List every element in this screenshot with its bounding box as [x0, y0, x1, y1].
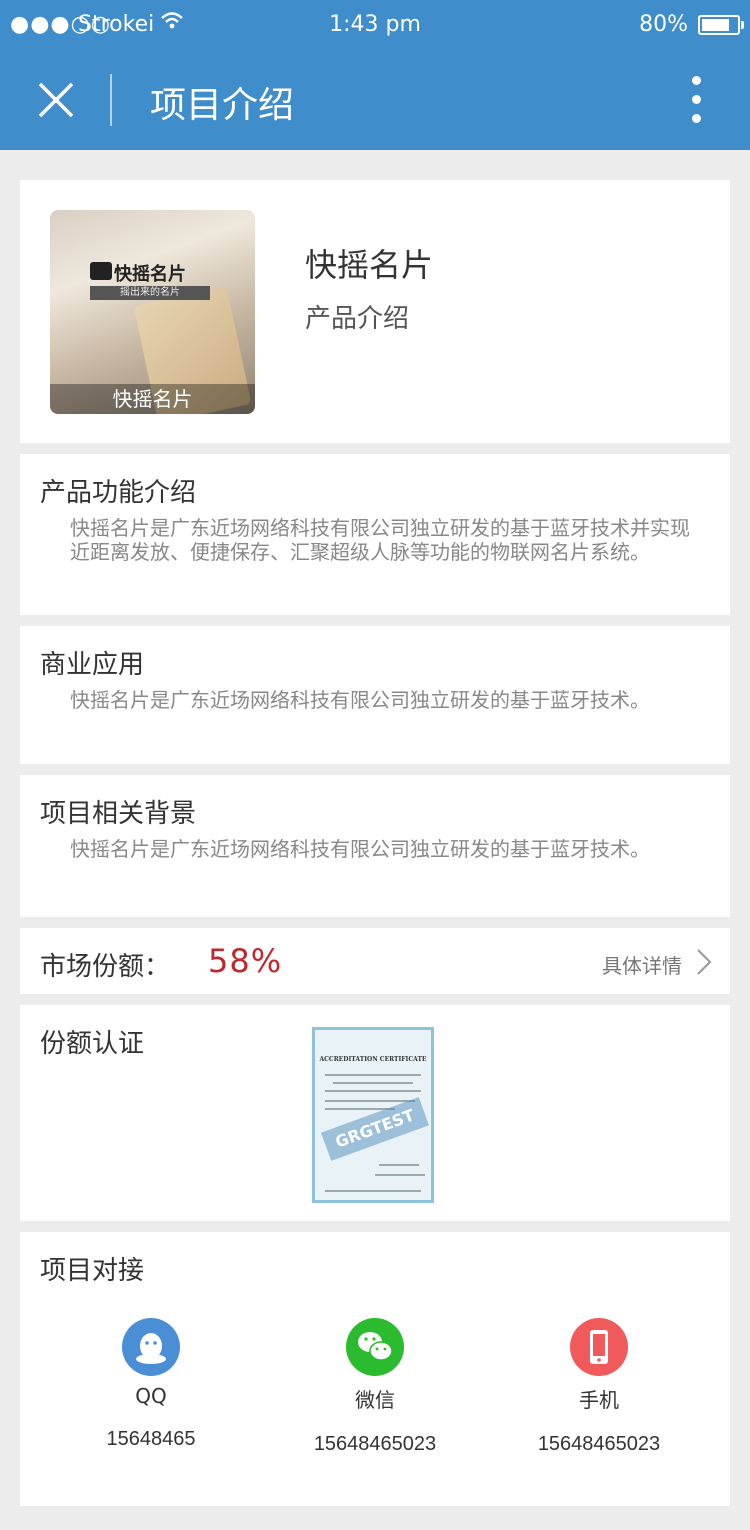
contact-phone[interactable]: 手机 15648465023	[499, 1318, 699, 1456]
qq-icon[interactable]	[122, 1318, 180, 1376]
product-thumbnail[interactable]: 快摇名片 摇出来的名片 快摇名片	[50, 210, 255, 414]
section-title: 商业应用	[40, 650, 145, 680]
contact-name: 微信	[355, 1388, 395, 1412]
project-background-section: 项目相关背景 快摇名片是广东近场网络科技有限公司独立研发的基于蓝牙技术。	[20, 775, 730, 917]
thumbnail-logo-text: 快摇名片	[114, 264, 186, 285]
market-share-label: 市场份额：	[40, 952, 171, 982]
product-subtitle: 产品介绍	[305, 304, 410, 334]
close-icon	[38, 82, 74, 118]
feature-intro-section: 产品功能介绍 快摇名片是广东近场网络科技有限公司独立研发的基于蓝牙技术并实现近距…	[20, 454, 730, 615]
contact-qq[interactable]: QQ 15648465	[51, 1318, 251, 1451]
section-body: 快摇名片是广东近场网络科技有限公司独立研发的基于蓝牙技术并实现近距离发放、便捷保…	[70, 516, 690, 564]
certification-section: 份额认证 ACCREDITATION CERTIFICATE GRGTEST	[20, 1005, 730, 1221]
details-link-label: 具体详情	[602, 954, 682, 978]
section-title: 产品功能介绍	[40, 478, 197, 508]
contact-number: 15648465023	[537, 1433, 661, 1455]
certificate-image[interactable]: ACCREDITATION CERTIFICATE GRGTEST	[312, 1027, 434, 1203]
contact-name: QQ	[135, 1384, 167, 1408]
close-button[interactable]	[36, 80, 76, 120]
product-name: 快摇名片	[305, 246, 434, 284]
details-link[interactable]: 具体详情	[588, 942, 718, 982]
product-card: 快摇名片 摇出来的名片 快摇名片 快摇名片 产品介绍	[20, 180, 730, 443]
status-bar: ●●●○○ Strokei 1:43 pm 80%	[0, 10, 750, 40]
contact-number: 15648465	[106, 1428, 196, 1450]
contact-section: 项目对接 QQ 15648465 微信 15648465023 手机 15648…	[20, 1232, 730, 1506]
status-time: 1:43 pm	[329, 12, 421, 37]
nav-divider	[110, 74, 112, 126]
certificate-heading: ACCREDITATION CERTIFICATE	[319, 1056, 427, 1063]
contact-wechat[interactable]: 微信 15648465023	[275, 1318, 475, 1456]
more-options-button[interactable]	[684, 76, 708, 124]
contact-number: 15648465023	[313, 1433, 437, 1455]
section-body: 快摇名片是广东近场网络科技有限公司独立研发的基于蓝牙技术。	[70, 837, 650, 861]
contact-name: 手机	[579, 1388, 619, 1412]
app-logo-icon	[90, 262, 112, 280]
section-title: 份额认证	[40, 1029, 145, 1059]
wechat-icon[interactable]	[346, 1318, 404, 1376]
thumbnail-tag: 摇出来的名片	[90, 286, 210, 300]
more-icon-dot	[691, 114, 701, 123]
section-body: 快摇名片是广东近场网络科技有限公司独立研发的基于蓝牙技术。	[70, 688, 650, 712]
chevron-right-icon	[697, 949, 712, 975]
app-header: ●●●○○ Strokei 1:43 pm 80% 项目介绍	[0, 0, 750, 150]
thumbnail-caption: 快摇名片	[50, 384, 255, 414]
battery-icon	[698, 15, 744, 35]
market-share-row: 市场份额： 58% 具体详情	[20, 928, 730, 994]
phone-icon[interactable]	[570, 1318, 628, 1376]
section-title: 项目相关背景	[40, 799, 197, 829]
page-title: 项目介绍	[150, 85, 295, 126]
market-share-value: 58%	[208, 942, 283, 980]
more-icon-dot	[691, 76, 701, 85]
battery-percent: 80%	[639, 12, 688, 37]
section-title: 项目对接	[40, 1256, 145, 1286]
more-icon-dot	[691, 95, 701, 104]
business-application-section: 商业应用 快摇名片是广东近场网络科技有限公司独立研发的基于蓝牙技术。	[20, 626, 730, 764]
certificate-stamp: GRGTEST	[321, 1097, 429, 1161]
